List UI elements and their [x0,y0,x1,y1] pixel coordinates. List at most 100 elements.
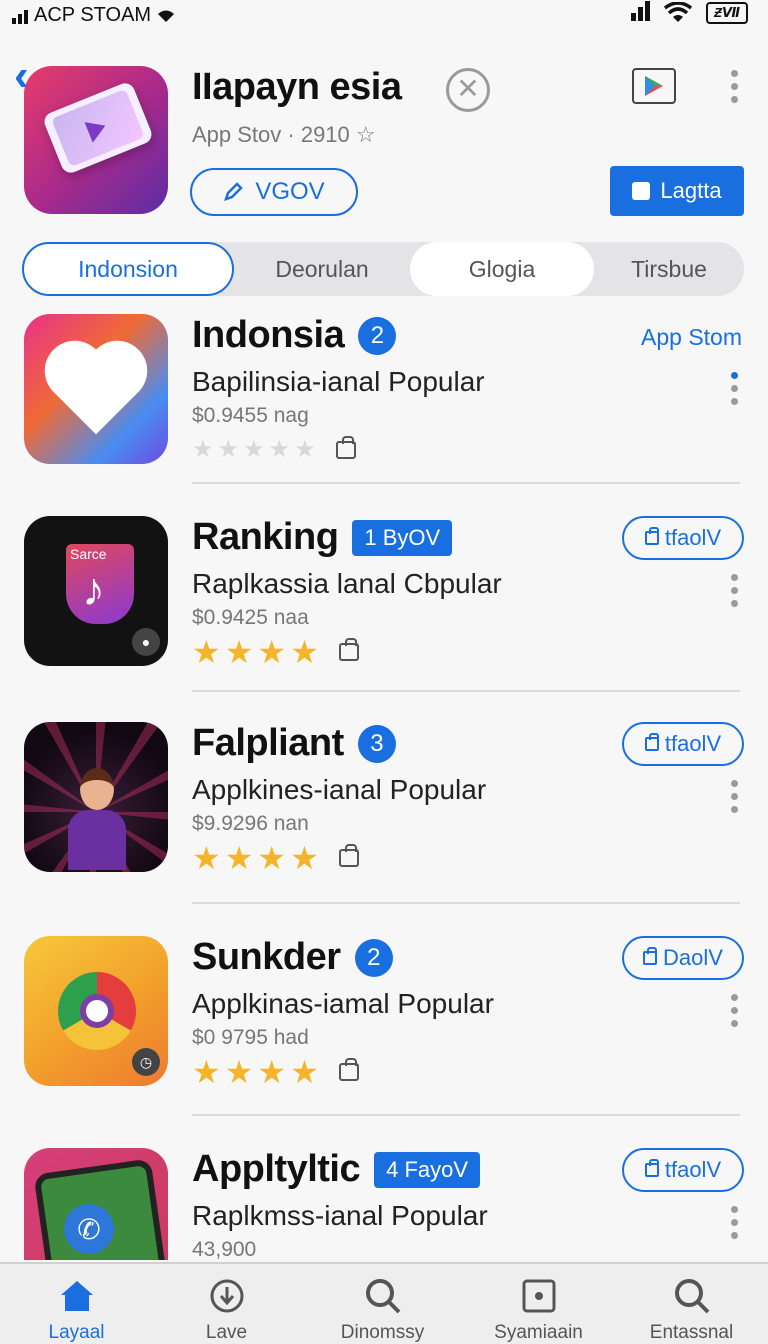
star-icon: ★ [192,840,221,876]
star-rating: ★ ★ ★ ★ [192,636,359,668]
star-icon: ★ [224,840,254,876]
star-icon: ★ [257,634,287,670]
back-chevron-icon[interactable]: ‹ [14,54,54,98]
star-rating: ★ ★ ★ ★ [192,1056,359,1088]
list-item[interactable]: ✆ Appltyltic 4 FayoV tfaolV Raplkmss-ian… [0,1148,768,1260]
close-icon[interactable]: ✕ [446,68,490,112]
play-store-icon[interactable] [632,68,676,104]
app-subtitle: Bapilinsia-ianal Popular [192,366,485,397]
tab-search[interactable]: Dinomssy [306,1264,459,1344]
more-options-icon[interactable] [724,70,744,110]
app-name: Sunkder 2 [192,936,393,979]
bag-icon[interactable] [338,844,359,867]
segment-glogia[interactable]: Glogia [410,242,594,296]
signal-strength-icon [631,1,650,21]
segment-indonsion[interactable]: Indonsion [22,242,234,296]
bag-icon [643,947,658,965]
get-button-label: tfaolV [664,1157,722,1182]
screen-icon [519,1276,559,1316]
more-options-icon[interactable] [724,994,744,1027]
carrier-info: ACP STOAM [12,4,175,27]
tab-label: Dinomssy [340,1322,425,1343]
more-options-icon[interactable] [724,372,744,405]
star-icon: ★ [290,1054,319,1090]
segment-deorulan[interactable]: Deorulan [234,242,410,296]
get-button[interactable]: tfaolV [622,722,744,766]
star-icon: ★ [192,1054,221,1090]
rank-badge: 3 [357,724,396,763]
status-right: ƵⅦ [631,1,748,24]
vgov-button[interactable]: VGOV [190,168,358,216]
signal-icon [12,8,28,24]
wifi-icon [158,10,175,22]
more-options-icon[interactable] [724,1206,744,1239]
divider [192,690,740,692]
app-subtitle: Raplkassia lanal Cbpular [192,568,502,599]
primary-action-button[interactable]: Lagtta [610,166,744,216]
get-button[interactable]: DaolV [622,936,744,980]
app-name-text: Falpliant [192,722,344,764]
app-name-text: Indonsia [192,314,345,356]
app-subtitle: App Stov · 2910 ☆ [192,122,376,147]
tab-screen[interactable]: Syamiaain [462,1264,615,1344]
get-button[interactable]: tfaolV [622,1148,744,1192]
bag-icon[interactable] [335,436,356,459]
bag-icon[interactable] [338,1058,359,1081]
list-item[interactable]: Sarce ♪ ● Ranking 1 ByOV tfaolV Raplkass… [0,516,768,716]
category-segmented-control: Indonsion Deorulan Glogia Tirsbue [22,242,744,296]
app-store-link[interactable]: App Stom [641,324,742,351]
rank-badge: 4 FayoV [374,1151,481,1188]
list-item[interactable]: ◷ Sunkder 2 DaolV Applkinas-iamal Popula… [0,936,768,1136]
tab-home[interactable]: Layaal [0,1264,153,1344]
icon-label: Sarce [70,546,107,562]
star-icon: ★ [257,1054,287,1090]
tab-download[interactable]: Lave [150,1264,303,1344]
app-price: 43,900 [192,1238,257,1260]
app-subtitle: Raplkmss-ianal Popular [192,1200,488,1231]
app-name: Ranking 1 ByOV [192,516,453,559]
app-name-text: Ranking [192,516,339,558]
bag-icon[interactable] [338,638,359,661]
divider [192,1114,740,1116]
bag-icon [644,733,659,751]
divider [192,902,740,904]
star-icon: ★ [268,436,291,463]
app-name: Falpliant 3 [192,722,396,765]
tab-label: Entassnal [649,1322,734,1343]
rank-badge: 2 [354,938,393,977]
app-price: $0 9795 had [192,1026,309,1049]
heart-icon [24,314,168,464]
more-options-icon[interactable] [724,574,744,607]
more-options-icon[interactable] [724,780,744,813]
tab-label: Lave [205,1322,248,1343]
app-title: IIapayn esia [192,66,402,108]
get-button[interactable]: tfaolV [622,516,744,560]
app-name-text: Appltyltic [192,1148,361,1190]
star-icon: ★ [217,436,240,463]
search-icon [363,1276,403,1316]
star-icon: ★ [192,634,221,670]
rank-badge: 2 [358,316,397,355]
carrier-name: ACP STOAM [34,4,152,26]
segment-tirsbue[interactable]: Tirsbue [594,242,744,296]
vgov-button-label: VGOV [255,178,325,205]
list-item[interactable]: Falpliant 3 tfaolV Applkines-ianal Popul… [0,722,768,922]
person-icon: ● [132,628,160,656]
app-price: $0.9455 nag [192,404,309,427]
tab-bar: Layaal Lave Dinomssy Syamiaain Entassnal [0,1262,768,1344]
star-icon: ★ [257,840,287,876]
tab-search-2[interactable]: Entassnal [615,1264,768,1344]
divider [192,482,740,484]
list-item[interactable]: Indonsia 2 App Stom Bapilinsia-ianal Pop… [0,314,768,514]
tab-label: Syamiaain [494,1322,583,1343]
star-icon: ★ [192,436,214,463]
primary-action-label: Lagtta [660,178,722,203]
tab-label: Layaal [48,1322,105,1343]
clock-icon: ◷ [132,1048,160,1076]
square-icon [632,182,651,200]
home-icon [57,1276,97,1316]
star-icon: ★ [243,436,265,463]
chrome-icon: ◷ [24,936,168,1086]
app-price: $0.9425 naa [192,606,309,629]
app-name: Indonsia 2 [192,314,397,357]
